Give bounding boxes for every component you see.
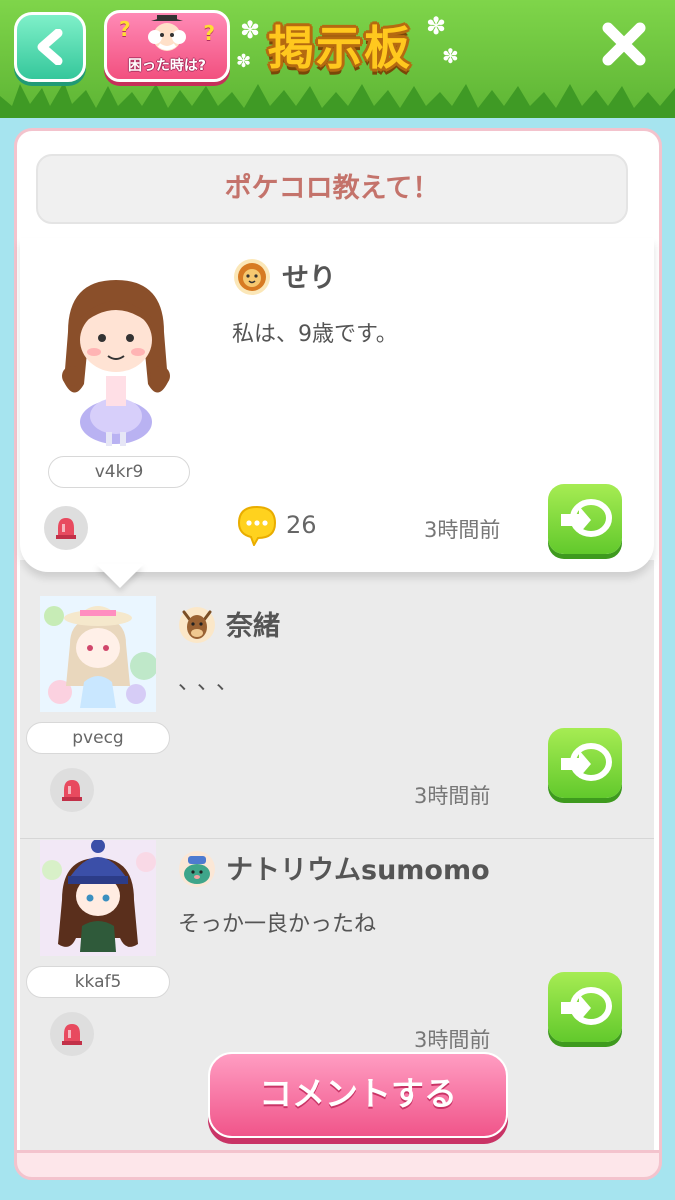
mole-icon bbox=[179, 851, 215, 887]
report-button[interactable] bbox=[50, 1012, 94, 1056]
avatar[interactable] bbox=[40, 596, 156, 712]
question-mark: ? bbox=[203, 21, 215, 45]
report-button[interactable] bbox=[50, 768, 94, 812]
speech-bubble-icon bbox=[237, 505, 277, 546]
alarm-icon bbox=[62, 780, 82, 801]
close-icon[interactable] bbox=[600, 22, 648, 66]
user-id-badge: pvecg bbox=[26, 722, 170, 754]
post-author-name: ナトリウムsumomo bbox=[226, 855, 490, 886]
reply-count: 26 bbox=[286, 511, 317, 539]
board-footer bbox=[14, 1150, 662, 1180]
flower-decoration: ✽ bbox=[240, 16, 261, 44]
comment-button[interactable]: コメントする bbox=[208, 1052, 508, 1138]
arrow-balloon-icon bbox=[561, 743, 612, 781]
question-mark: ? bbox=[119, 17, 131, 41]
reindeer-icon bbox=[179, 607, 215, 643]
flower-decoration: ✽ bbox=[442, 44, 459, 68]
post-message: 、、、 bbox=[178, 670, 247, 695]
post-author-name: せり bbox=[282, 263, 336, 294]
row-divider bbox=[20, 838, 654, 839]
reply-button[interactable] bbox=[548, 972, 622, 1042]
alarm-icon bbox=[62, 1024, 82, 1045]
post-time: 3時間前 bbox=[414, 784, 491, 808]
post-pointer bbox=[96, 564, 144, 588]
post-time: 3時間前 bbox=[414, 1028, 491, 1052]
reply-button[interactable] bbox=[548, 728, 622, 798]
page-title: 掲示板 bbox=[268, 21, 412, 75]
avatar[interactable] bbox=[48, 272, 184, 448]
report-button[interactable] bbox=[44, 506, 88, 550]
flower-decoration: ✽ bbox=[236, 51, 252, 72]
topic-title: ポケコロ教えて！ bbox=[36, 154, 628, 224]
post-time: 3時間前 bbox=[424, 518, 501, 542]
user-id-badge: v4kr9 bbox=[48, 456, 190, 488]
post-message: 私は、9歳です。 bbox=[232, 322, 398, 347]
header-bar: ? ? 困った時は? ✽ ✽ 掲示板 ✽ ✽ bbox=[0, 0, 675, 118]
reply-button[interactable] bbox=[548, 484, 622, 554]
arrow-balloon-icon bbox=[561, 499, 612, 537]
post-message: そっか一良かったね bbox=[178, 912, 377, 937]
flower-decoration: ✽ bbox=[426, 12, 447, 40]
arrow-balloon-icon bbox=[561, 987, 612, 1025]
help-button[interactable]: ? ? 困った時は? bbox=[104, 10, 230, 82]
professor-icon bbox=[148, 15, 186, 51]
help-label: 困った時は? bbox=[127, 58, 207, 74]
lion-icon bbox=[234, 259, 270, 295]
back-button[interactable] bbox=[14, 12, 86, 82]
post-author-name: 奈緒 bbox=[226, 611, 280, 642]
avatar[interactable] bbox=[40, 840, 156, 956]
grass-decoration bbox=[0, 82, 675, 118]
alarm-icon bbox=[56, 518, 76, 539]
chevron-left-icon bbox=[37, 29, 63, 65]
user-id-badge: kkaf5 bbox=[26, 966, 170, 998]
